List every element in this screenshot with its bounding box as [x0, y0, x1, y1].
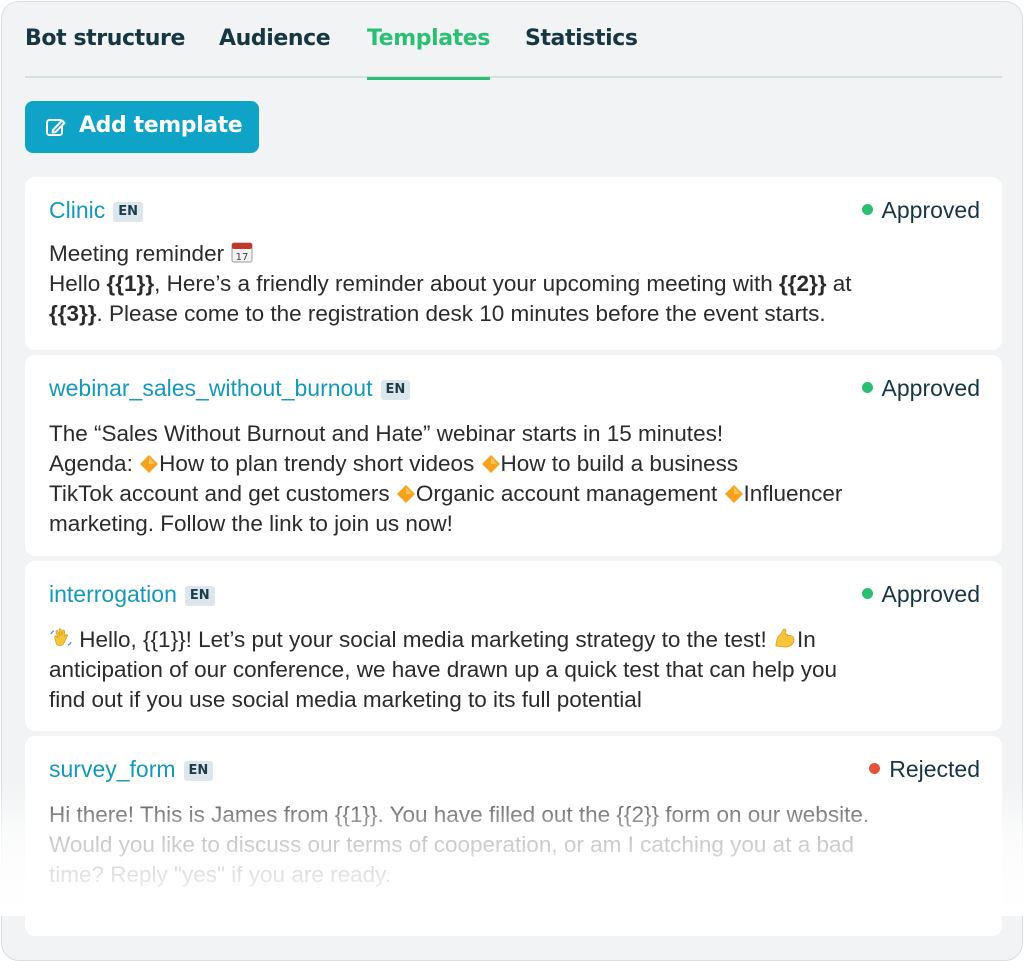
- edit-template-icon: [46, 119, 66, 136]
- templates-panel: Bot structure Audience Templates Statist…: [1, 1, 1023, 961]
- status-badge: Rejected: [869, 756, 980, 783]
- template-card-webinar-sales-without-burnout[interactable]: webinar_sales_without_burnout EN Approved…: [25, 355, 1002, 556]
- tab-bot-structure[interactable]: Bot structure: [25, 26, 185, 78]
- tab-templates[interactable]: Templates: [367, 26, 490, 80]
- template-name[interactable]: survey_form EN: [49, 756, 214, 783]
- template-body: Hello, {{1}}! Let’s put your social medi…: [49, 627, 837, 712]
- status-dot-icon: [869, 763, 881, 774]
- add-template-button[interactable]: Add template: [25, 101, 259, 153]
- add-template-label: Add template: [79, 113, 243, 138]
- tab-bar: Bot structure Audience Templates Statist…: [25, 2, 1002, 80]
- status-badge: Approved: [861, 375, 980, 402]
- template-card-interrogation[interactable]: interrogation EN Approved Hello, {{1}}! L…: [25, 561, 1002, 731]
- template-name[interactable]: Clinic EN: [49, 197, 143, 224]
- status-badge: Approved: [861, 581, 980, 608]
- status-badge: Approved: [861, 197, 980, 224]
- language-badge: EN: [184, 586, 215, 606]
- language-badge: EN: [183, 761, 214, 781]
- template-card-clinic[interactable]: Clinic EN Approved Meeting reminder 17 He…: [25, 177, 1002, 350]
- template-body: The “Sales Without Burnout and Hate” web…: [49, 421, 843, 536]
- waving-hand-icon: [50, 628, 72, 647]
- tab-audience[interactable]: Audience: [219, 26, 331, 78]
- template-card-survey-form[interactable]: survey_form EN Rejected Hi there! This is…: [25, 736, 1002, 936]
- tab-statistics[interactable]: Statistics: [525, 26, 638, 78]
- template-body: Hi there! This is James from {{1}}. You …: [49, 802, 870, 887]
- template-name[interactable]: interrogation EN: [49, 581, 215, 608]
- status-dot-icon: [861, 204, 873, 215]
- status-dot-icon: [861, 382, 873, 393]
- orange-diamond-icon: [396, 485, 415, 503]
- orange-diamond-icon: [724, 485, 743, 503]
- flexed-biceps-icon: [775, 628, 795, 648]
- template-body: Meeting reminder 17 Hello {{1}}, Here’s …: [49, 241, 852, 326]
- template-name[interactable]: webinar_sales_without_burnout EN: [49, 375, 411, 402]
- svg-text:17: 17: [236, 252, 249, 263]
- calendar-icon: 17: [231, 242, 253, 263]
- orange-diamond-icon: [481, 455, 500, 473]
- status-dot-icon: [861, 588, 873, 599]
- language-badge: EN: [113, 202, 143, 222]
- language-badge: EN: [380, 380, 411, 400]
- orange-diamond-icon: [140, 455, 159, 473]
